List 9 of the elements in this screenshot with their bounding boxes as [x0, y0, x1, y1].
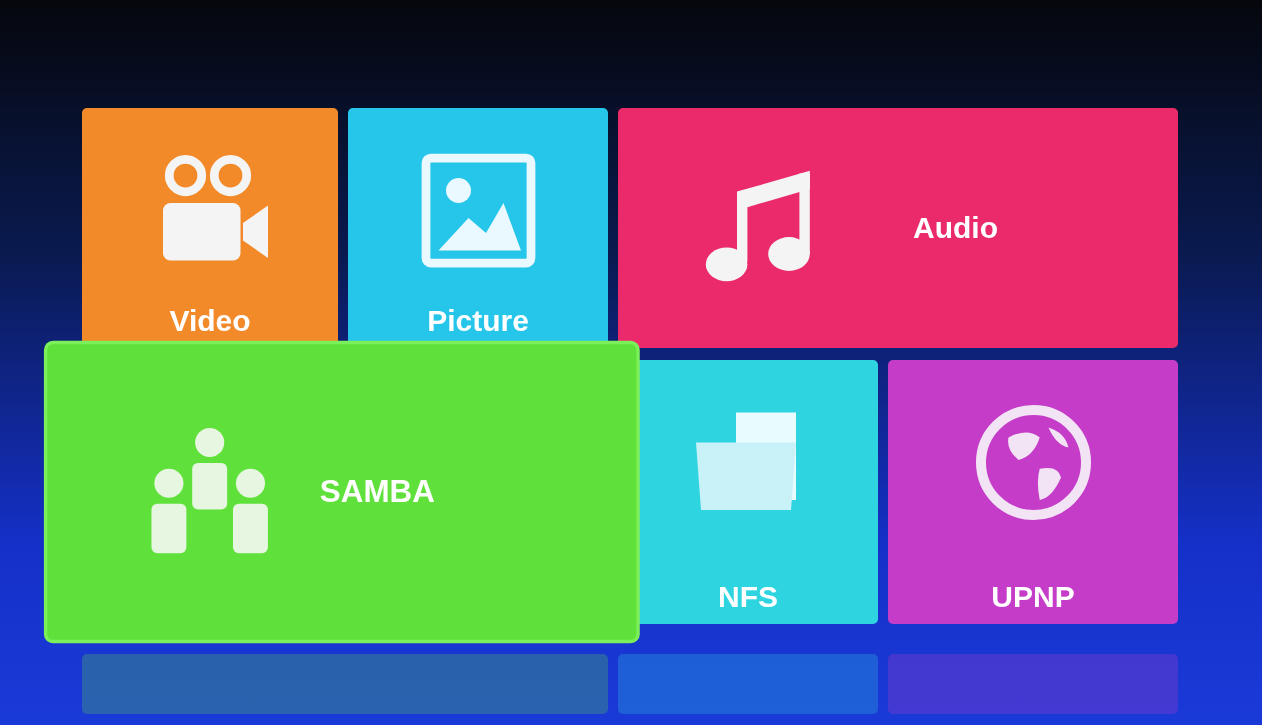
tile-label: Video	[169, 304, 251, 338]
tile-label: NFS	[718, 580, 778, 614]
menu-tile[interactable]: UPNP	[888, 360, 1178, 624]
menu-tile[interactable]: Audio	[618, 108, 1178, 348]
menu-tile[interactable]: SAMBA	[47, 344, 637, 640]
tile-label: SAMBA	[319, 474, 435, 510]
tile-label: Picture	[427, 304, 529, 338]
tile-label: UPNP	[991, 580, 1075, 614]
tile-label: Audio	[913, 211, 998, 245]
